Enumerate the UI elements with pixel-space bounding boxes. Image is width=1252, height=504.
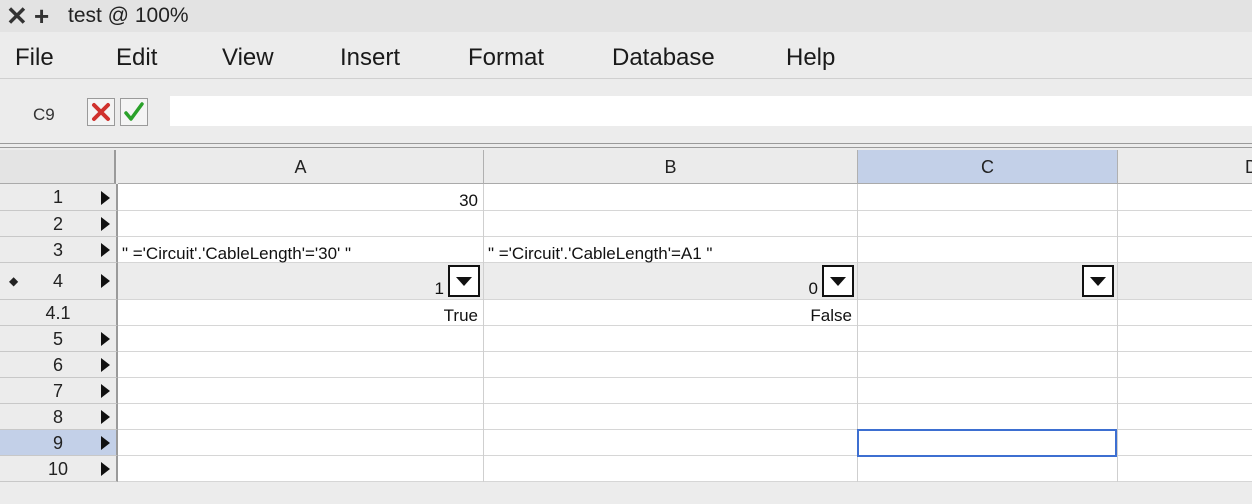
cell-a4[interactable]: 1 bbox=[118, 279, 444, 299]
expand-arrow-icon[interactable] bbox=[101, 358, 110, 372]
row-number: 2 bbox=[52, 214, 63, 234]
row-header-4-1[interactable]: 4.1 bbox=[0, 300, 118, 326]
row-header-4[interactable]: ◆ 4 bbox=[0, 263, 118, 300]
row-number: 10 bbox=[47, 459, 69, 479]
row-5 bbox=[118, 326, 1252, 352]
expand-arrow-icon[interactable] bbox=[101, 217, 110, 231]
formula-input[interactable] bbox=[170, 96, 1252, 126]
column-header-a[interactable]: A bbox=[118, 150, 484, 184]
row-header-1[interactable]: 1 bbox=[0, 184, 118, 211]
row-header-10[interactable]: 10 bbox=[0, 456, 118, 482]
expand-arrow-icon[interactable] bbox=[101, 436, 110, 450]
cell-reference: C9 bbox=[33, 105, 55, 124]
menu-edit[interactable]: Edit bbox=[116, 44, 157, 72]
expand-arrow-icon[interactable] bbox=[101, 243, 110, 257]
row-number: 4.1 bbox=[45, 303, 71, 323]
plus-icon[interactable]: + bbox=[34, 2, 49, 30]
cell-b4-1[interactable]: False bbox=[484, 306, 852, 326]
row-2 bbox=[118, 211, 1252, 237]
menu-insert[interactable]: Insert bbox=[340, 44, 400, 72]
expand-arrow-icon[interactable] bbox=[101, 274, 110, 288]
expand-arrow-icon[interactable] bbox=[101, 410, 110, 424]
formula-bar: C9 bbox=[0, 79, 1252, 143]
dropdown-arrow-icon[interactable] bbox=[448, 265, 480, 297]
status-area bbox=[0, 482, 1252, 504]
row-header-6[interactable]: 6 bbox=[0, 352, 118, 378]
expand-arrow-icon[interactable] bbox=[101, 384, 110, 398]
menu-help[interactable]: Help bbox=[786, 44, 835, 72]
title-bar: ✕ + test @ 100% bbox=[0, 0, 1252, 32]
row-8 bbox=[118, 404, 1252, 430]
spreadsheet-grid: A B C D 1 2 3 ◆ 4 4.1 5 6 7 8 9 10 30 " … bbox=[0, 150, 1252, 482]
window-title: test @ 100% bbox=[68, 4, 189, 27]
cell-b4[interactable]: 0 bbox=[484, 279, 818, 299]
column-header-d[interactable]: D bbox=[1118, 150, 1252, 184]
row-number: 1 bbox=[52, 187, 63, 207]
row-header-2[interactable]: 2 bbox=[0, 211, 118, 237]
row-number: 5 bbox=[52, 329, 63, 349]
column-divider bbox=[483, 184, 484, 482]
dropdown-arrow-icon[interactable] bbox=[822, 265, 854, 297]
row-number: 3 bbox=[52, 240, 63, 260]
green-check-icon bbox=[124, 102, 144, 121]
dropdown-arrow-icon[interactable] bbox=[1082, 265, 1114, 297]
expand-arrow-icon[interactable] bbox=[101, 332, 110, 346]
diamond-icon: ◆ bbox=[9, 274, 19, 288]
red-x-icon bbox=[92, 103, 110, 121]
divider bbox=[0, 143, 1252, 144]
column-header-b[interactable]: B bbox=[484, 150, 858, 184]
expand-arrow-icon[interactable] bbox=[101, 462, 110, 476]
row-header-7[interactable]: 7 bbox=[0, 378, 118, 404]
menu-format[interactable]: Format bbox=[468, 44, 544, 72]
row-number: 4 bbox=[52, 271, 63, 291]
row-6 bbox=[118, 352, 1252, 378]
row-number: 9 bbox=[52, 433, 63, 453]
row-7 bbox=[118, 378, 1252, 404]
expand-arrow-icon[interactable] bbox=[101, 191, 110, 205]
divider bbox=[0, 147, 1252, 148]
cell-a1[interactable]: 30 bbox=[118, 191, 478, 211]
menu-bar: File Edit View Insert Format Database He… bbox=[0, 32, 1252, 79]
row-header-5[interactable]: 5 bbox=[0, 326, 118, 352]
row-number: 7 bbox=[52, 381, 63, 401]
row-number: 8 bbox=[52, 407, 63, 427]
row-number: 6 bbox=[52, 355, 63, 375]
accept-button[interactable] bbox=[120, 98, 148, 126]
cell-b3[interactable]: " ='Circuit'.'CableLength'=A1 " bbox=[488, 244, 712, 264]
cancel-button[interactable] bbox=[87, 98, 115, 126]
grid-corner[interactable] bbox=[0, 150, 116, 184]
selected-cell-c9[interactable] bbox=[857, 429, 1117, 457]
column-header-c[interactable]: C bbox=[858, 150, 1118, 184]
row-header-8[interactable]: 8 bbox=[0, 404, 118, 430]
row-10 bbox=[118, 456, 1252, 482]
menu-database[interactable]: Database bbox=[612, 44, 715, 72]
menu-file[interactable]: File bbox=[15, 44, 54, 72]
column-divider bbox=[1117, 184, 1118, 482]
row-header-3[interactable]: 3 bbox=[0, 237, 118, 263]
cell-a4-1[interactable]: True bbox=[118, 306, 478, 326]
close-x-icon[interactable]: ✕ bbox=[6, 2, 28, 30]
menu-view[interactable]: View bbox=[222, 44, 274, 72]
row-header-9[interactable]: 9 bbox=[0, 430, 118, 456]
cell-a3[interactable]: " ='Circuit'.'CableLength'='30' " bbox=[122, 244, 351, 264]
